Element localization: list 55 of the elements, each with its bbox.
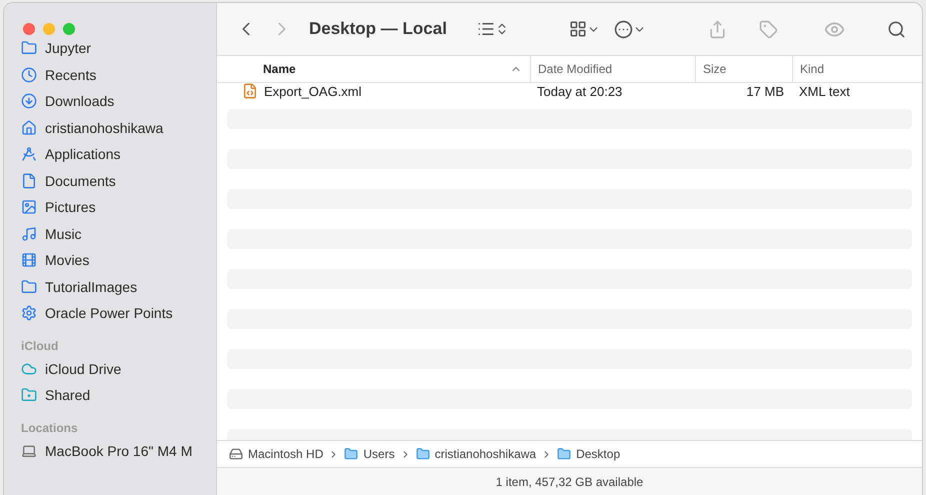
folder-icon xyxy=(557,447,572,461)
sidebar-item[interactable]: Applications xyxy=(45,146,120,162)
folder-icon xyxy=(21,40,37,56)
path-segment[interactable]: Users xyxy=(363,447,395,461)
gear-icon xyxy=(21,305,37,322)
compass-icon xyxy=(21,146,37,162)
cloud-icon xyxy=(21,360,37,377)
sidebar-item[interactable]: cristianohoshikawa xyxy=(45,120,164,136)
minimize-button[interactable] xyxy=(43,23,55,35)
sidebar-heading: Locations xyxy=(20,420,79,436)
xml-file-icon xyxy=(242,83,258,99)
window-title: Desktop — Local xyxy=(309,19,447,39)
grid-icon xyxy=(569,20,587,38)
sidebar-item[interactable]: Documents xyxy=(45,172,116,189)
status-text: 1 item, 457,32 GB available xyxy=(496,475,644,489)
picture-icon xyxy=(21,199,37,216)
folder-icon xyxy=(416,447,430,461)
hard-drive-icon xyxy=(229,447,243,461)
sidebar-item[interactable]: Oracle Power Points xyxy=(45,305,173,322)
close-button[interactable] xyxy=(23,23,35,35)
zoom-button[interactable] xyxy=(63,23,75,35)
sidebar-item[interactable]: TutorialImages xyxy=(45,278,138,295)
laptop-icon xyxy=(21,442,37,459)
sidebar-item[interactable]: iCloud Drive xyxy=(45,360,122,377)
sidebar-item[interactable]: Shared xyxy=(45,387,90,404)
document-icon xyxy=(21,172,37,189)
path-segment[interactable]: Desktop xyxy=(576,447,620,461)
sidebar-item[interactable]: Music xyxy=(45,226,82,242)
sidebar-item[interactable]: MacBook Pro 16" M4 M xyxy=(45,442,192,459)
folder-icon xyxy=(344,447,358,461)
date-modified-cell-text: Today at 20:23 xyxy=(536,84,624,98)
path-segment[interactable]: Macintosh HD xyxy=(248,447,324,461)
file-name[interactable]: Export_OAG.xml xyxy=(264,84,362,98)
sidebar-item[interactable]: Downloads xyxy=(45,93,114,110)
list-icon xyxy=(477,20,495,38)
sidebar-item[interactable]: Recents xyxy=(45,66,96,83)
home-icon xyxy=(21,120,37,136)
film-icon xyxy=(21,252,37,268)
download-icon xyxy=(21,93,37,110)
folder-icon xyxy=(21,278,37,295)
kind-cell-text: XML text xyxy=(798,84,851,98)
clock-icon xyxy=(21,66,37,83)
path-segment[interactable]: cristianohoshikawa xyxy=(434,447,536,461)
music-note-icon xyxy=(21,226,37,242)
column-heading[interactable]: Size xyxy=(703,62,726,76)
sidebar-item[interactable]: Movies xyxy=(45,252,90,268)
size-cell-text: 17 MB xyxy=(745,84,785,98)
column-heading[interactable]: Kind xyxy=(800,62,824,76)
column-heading[interactable]: Date Modified xyxy=(538,62,612,76)
sidebar-item[interactable]: Pictures xyxy=(45,199,96,216)
sidebar-heading: iCloud xyxy=(20,338,60,354)
ellipsis-circle-icon xyxy=(614,20,633,38)
shared-folder-icon xyxy=(21,387,37,404)
sidebar-item[interactable]: Jupyter xyxy=(45,40,91,56)
column-heading[interactable]: Name xyxy=(263,62,296,76)
